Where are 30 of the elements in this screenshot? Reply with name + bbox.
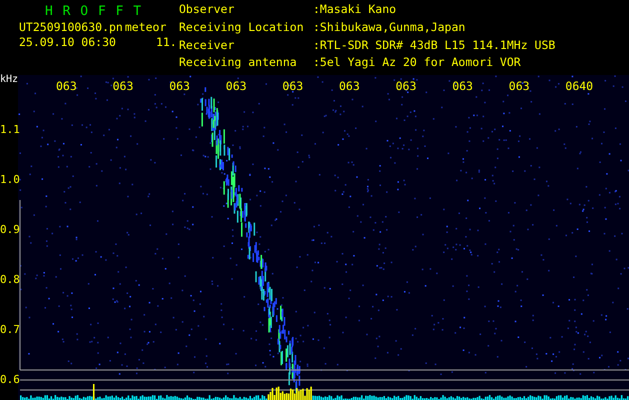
info-value: :5el Yagi Az 20 for Aomori VOR [313,57,522,72]
axis-label: 1.1 [0,123,20,137]
count-value: 11. [156,35,177,49]
time-label: 063 [226,79,247,93]
axis-label: 0.6 [0,373,20,387]
info-value: :Shibukawa,Gunma,Japan [313,22,466,36]
app-title: H R O F F T [44,4,144,19]
time-label: 063 [396,79,416,93]
time-label: 0640 [565,79,594,93]
info-label: Observer [179,4,236,18]
file-name: UT2509100630.pn [19,20,123,34]
info-label: Receiving antenna [179,57,298,72]
date-time: 25.09.10 06:30 [19,35,116,49]
time-label: 063 [169,79,190,93]
time-label: 063 [452,79,473,93]
time-label: 063 [112,79,134,93]
time-label: 063 [56,79,77,93]
axis-label: 0.7 [0,323,20,337]
detection-tag: meteor [124,20,166,34]
axis-label: 1.0 [0,173,20,187]
info-label: Receiver [179,40,236,54]
time-label: 063 [282,79,304,93]
time-label: 063 [339,79,360,93]
info-value: :Masaki Kano [313,4,398,18]
axis-label: 0.9 [0,223,20,237]
info-label: Receiving Location [179,22,305,36]
axis-label: 0.8 [0,273,20,287]
axis-unit: kHz [0,73,18,87]
info-value: :RTL-SDR SDR# 43dB L15 114.1MHz USB [313,40,556,54]
time-label: 063 [508,79,530,93]
